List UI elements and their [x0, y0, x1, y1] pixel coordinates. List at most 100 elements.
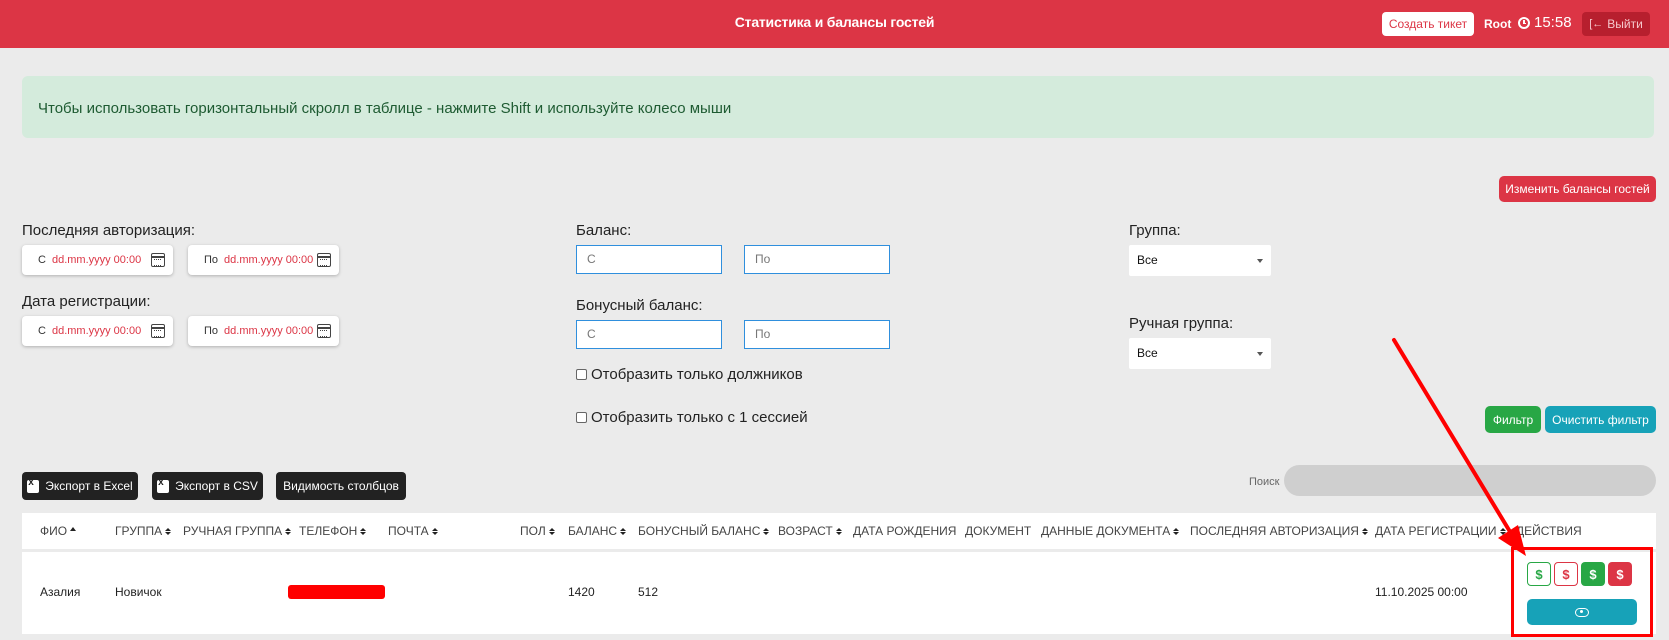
caret-down-icon [1257, 259, 1263, 263]
sort-icon [1361, 527, 1368, 535]
clear-filter-button[interactable]: Очистить фильтр [1545, 406, 1656, 433]
col-header-manual-group[interactable]: Ручная группа [183, 524, 292, 538]
col-header-group[interactable]: Группа [115, 524, 172, 538]
create-ticket-button[interactable]: Создать тикет [1382, 12, 1474, 36]
last-auth-from-input[interactable]: С dd.mm.yyyy 00:00 [22, 245, 173, 275]
only-one-session-label: Отобразить только с 1 сессией [591, 409, 808, 426]
export-csv-label: Экспорт в CSV [175, 479, 258, 493]
col-header-email[interactable]: Почта [388, 524, 438, 538]
reg-date-to-input[interactable]: По dd.mm.yyyy 00:00 [188, 316, 339, 346]
bonus-balance-label: Бонусный баланс: [576, 297, 703, 314]
bonus-from-input[interactable]: С [576, 320, 722, 349]
only-one-session-checkbox[interactable] [576, 412, 587, 423]
logout-label: Выйти [1607, 17, 1643, 31]
export-csv-button[interactable]: Экспорт в CSV [152, 472, 263, 500]
logout-icon: [← [1589, 18, 1604, 30]
excel-icon [27, 477, 40, 493]
from-prefix: С [38, 325, 46, 337]
col-header-document: Документ [965, 524, 1032, 538]
view-guest-button[interactable] [1527, 599, 1637, 625]
sort-icon [165, 527, 172, 535]
balance-from-input[interactable]: С [576, 245, 722, 274]
group-select-value: Все [1137, 253, 1158, 267]
row-actions: $ $ $ $ [1511, 547, 1653, 637]
date-placeholder: dd.mm.yyyy 00:00 [224, 325, 314, 337]
col-header-birth-date: Дата рождения [853, 524, 957, 538]
clock: 15:58 [1518, 14, 1572, 31]
calendar-icon[interactable] [151, 324, 165, 338]
sort-asc-icon [70, 527, 77, 531]
group-select[interactable]: Все [1129, 245, 1271, 276]
caret-down-icon [1257, 352, 1263, 356]
calendar-icon[interactable] [317, 253, 331, 267]
only-debtors-label: Отобразить только должников [591, 366, 803, 383]
col-header-bonus-balance[interactable]: Бонусный баланс [638, 524, 770, 538]
sort-icon [548, 527, 555, 535]
phone-redaction [288, 585, 385, 599]
last-auth-label: Последняя авторизация: [22, 222, 196, 239]
col-header-document-data[interactable]: Данные документа [1041, 524, 1180, 538]
sort-icon [360, 527, 367, 535]
cell-bonus-balance: 512 [638, 585, 659, 599]
export-excel-button[interactable]: Экспорт в Excel [22, 472, 138, 500]
col-header-actions: Действия [1516, 524, 1582, 538]
alert-text: Чтобы использовать горизонтальный скролл… [38, 100, 732, 117]
clock-time: 15:58 [1534, 14, 1572, 31]
calendar-icon[interactable] [317, 324, 331, 338]
subtract-balance-button[interactable]: $ [1554, 562, 1578, 586]
sort-icon [285, 527, 292, 535]
top-bar: Статистика и балансы гостей Создать тике… [0, 0, 1669, 48]
only-one-session-row[interactable]: Отобразить только с 1 сессией [576, 409, 808, 426]
balance-label: Баланс: [576, 222, 632, 239]
search-label: Поиск [1249, 476, 1280, 488]
group-label: Группа: [1129, 222, 1181, 239]
columns-visibility-button[interactable]: Видимость столбцов [276, 472, 406, 500]
cell-group: Новичок [115, 585, 162, 599]
cell-reg-date: 11.10.2025 00:00 [1375, 585, 1468, 599]
manual-group-select[interactable]: Все [1129, 338, 1271, 369]
col-header-phone[interactable]: Телефон [299, 524, 367, 538]
col-header-name[interactable]: ФИО [40, 524, 77, 538]
from-prefix: С [38, 254, 46, 266]
subtract-bonus-button[interactable]: $ [1608, 562, 1632, 586]
to-prefix: По [204, 325, 219, 337]
last-auth-to-input[interactable]: По dd.mm.yyyy 00:00 [188, 245, 339, 275]
export-excel-label: Экспорт в Excel [45, 479, 133, 493]
sort-icon [1499, 527, 1506, 535]
col-header-reg-date[interactable]: Дата регистрации [1375, 524, 1506, 538]
col-header-last-auth[interactable]: Последняя авторизация [1190, 524, 1368, 538]
sort-icon [1173, 527, 1180, 535]
table-row: Азалия Новичок 1420 512 11.10.2025 00:00 [22, 552, 1656, 634]
logout-button[interactable]: [← Выйти [1582, 12, 1650, 36]
date-placeholder: dd.mm.yyyy 00:00 [51, 325, 142, 337]
to-prefix: По [204, 254, 219, 266]
sort-icon [835, 527, 842, 535]
only-debtors-row[interactable]: Отобразить только должников [576, 366, 803, 383]
col-header-gender[interactable]: Пол [520, 524, 555, 538]
bonus-to-input[interactable]: По [744, 320, 890, 349]
user-name: Root [1484, 17, 1512, 31]
reg-date-from-input[interactable]: С dd.mm.yyyy 00:00 [22, 316, 173, 346]
col-header-age[interactable]: Возраст [778, 524, 842, 538]
csv-icon [157, 477, 170, 493]
clock-icon [1518, 16, 1530, 29]
eye-icon [1575, 607, 1589, 617]
col-header-balance[interactable]: Баланс [568, 524, 627, 538]
manual-group-label: Ручная группа: [1129, 315, 1234, 332]
sort-icon [620, 527, 627, 535]
table-header: ФИО Группа Ручная группа Телефон Почта П… [22, 513, 1656, 549]
filter-button[interactable]: Фильтр [1485, 406, 1541, 433]
search-input[interactable] [1284, 465, 1656, 496]
sort-icon [431, 527, 438, 535]
date-placeholder: dd.mm.yyyy 00:00 [224, 254, 314, 266]
info-alert: Чтобы использовать горизонтальный скролл… [22, 76, 1654, 138]
add-bonus-button[interactable]: $ [1581, 562, 1605, 586]
balance-to-input[interactable]: По [744, 245, 890, 274]
calendar-icon[interactable] [151, 253, 165, 267]
add-balance-button[interactable]: $ [1527, 562, 1551, 586]
change-balances-button[interactable]: Изменить балансы гостей [1499, 176, 1656, 202]
only-debtors-checkbox[interactable] [576, 369, 587, 380]
cell-balance: 1420 [568, 585, 595, 599]
reg-date-label: Дата регистрации: [22, 293, 151, 310]
sort-icon [763, 527, 770, 535]
